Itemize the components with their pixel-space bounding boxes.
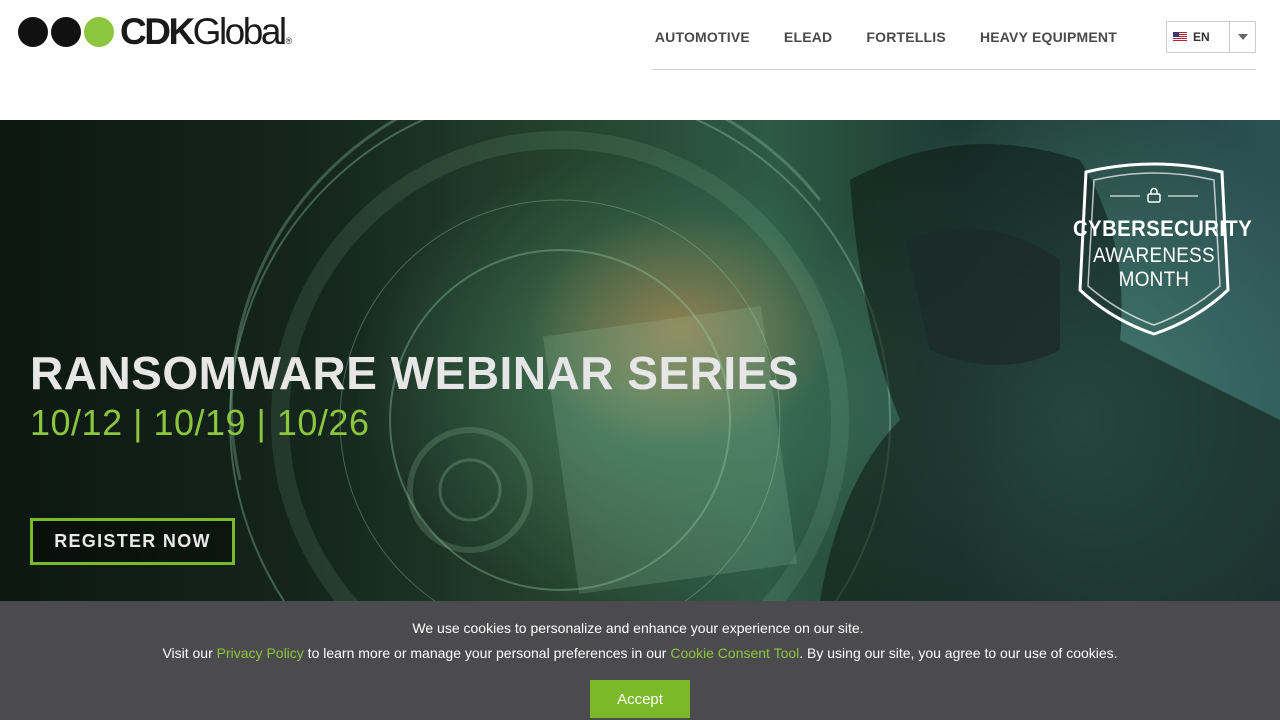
language-selector[interactable]: EN <box>1166 21 1256 53</box>
badge-line-2: AWARENESS <box>1093 244 1215 267</box>
cookie-consent-tool-link[interactable]: Cookie Consent Tool <box>670 645 799 661</box>
register-now-button[interactable]: REGISTER NOW <box>30 518 235 565</box>
main-nav: AUTOMOTIVE ELEAD FORTELLIS HEAVY EQUIPME… <box>621 28 1117 46</box>
cookie-message-line-1: We use cookies to personalize and enhanc… <box>412 620 864 636</box>
registered-mark: ® <box>285 36 293 46</box>
badge-line-1: CYBERSECURITY <box>1073 216 1253 241</box>
language-code: EN <box>1193 30 1210 44</box>
hero-title: RANSOMWARE WEBINAR SERIES <box>30 347 799 399</box>
logo-dot-1 <box>18 17 48 47</box>
badge-line-3: MONTH <box>1118 268 1190 291</box>
cookie-text-middle: to learn more or manage your personal pr… <box>303 645 671 661</box>
nav-automotive[interactable]: AUTOMOTIVE <box>655 28 750 46</box>
logo-dot-2 <box>51 17 81 47</box>
site-header: CDKGlobal ® AUTOMOTIVE ELEAD FORTELLIS H… <box>0 0 1280 120</box>
nav-fortellis[interactable]: FORTELLIS <box>866 28 946 46</box>
privacy-policy-link[interactable]: Privacy Policy <box>217 645 304 661</box>
hero-banner[interactable]: RANSOMWARE WEBINAR SERIES 10/12 | 10/19 … <box>0 120 1280 601</box>
nav-elead[interactable]: ELEAD <box>784 28 832 46</box>
chevron-down-icon[interactable] <box>1230 34 1255 40</box>
cdk-global-logo[interactable]: CDKGlobal ® <box>18 11 293 52</box>
cookie-message-line-2: Visit our Privacy Policy to learn more o… <box>0 644 1280 662</box>
logo-dot-3 <box>84 17 114 47</box>
hero-dates: 10/12 | 10/19 | 10/26 <box>30 402 370 443</box>
lock-icon <box>1147 187 1161 203</box>
us-flag-icon <box>1173 32 1187 42</box>
cookie-text-suffix: . By using our site, you agree to our us… <box>799 645 1118 661</box>
nav-divider <box>652 69 1256 70</box>
nav-heavy-equipment[interactable]: HEAVY EQUIPMENT <box>980 28 1117 46</box>
logo-wordmark: CDKGlobal <box>120 11 287 52</box>
cookie-text-prefix: Visit our <box>162 645 217 661</box>
accept-cookies-button[interactable]: Accept <box>590 680 690 718</box>
cybersecurity-awareness-badge: CYBERSECURITY AWARENESS MONTH <box>1066 160 1253 338</box>
cookie-consent-banner: We use cookies to personalize and enhanc… <box>0 601 1280 720</box>
